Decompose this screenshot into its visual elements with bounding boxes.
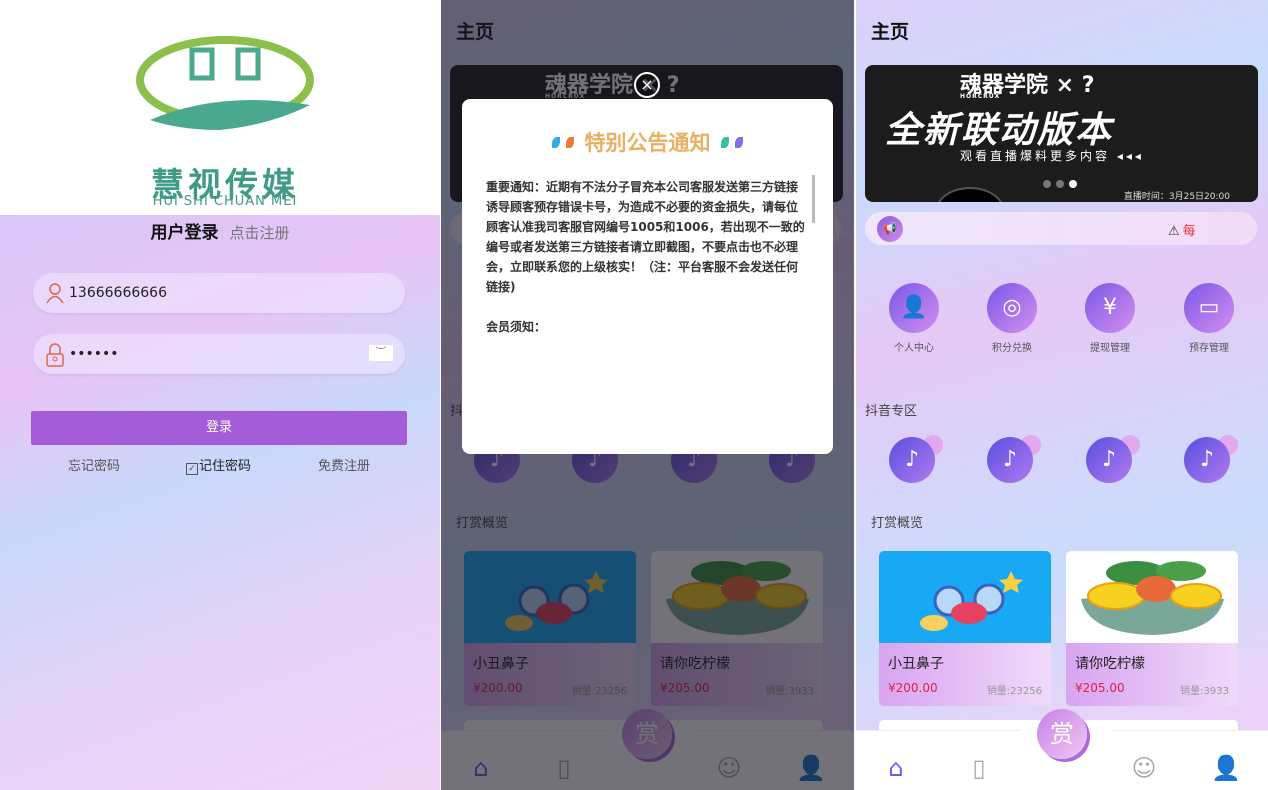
yen-house-icon: ¥: [1085, 283, 1135, 333]
banner-carousel[interactable]: 魂器学院 × ?HORCRUX 全新联动版本 观看直播爆料更多内容 ◂◂◂ 直播…: [865, 65, 1258, 202]
user-icon: [45, 282, 65, 304]
eye-closed-icon[interactable]: ︶: [369, 345, 393, 361]
home-screen: 主页 魂器学院 × ? HORCRUX 全新联动版本 观看直播爆料更多内容 ◂◂◂…: [856, 0, 1268, 790]
password-field[interactable]: •••••• ︶: [33, 334, 405, 374]
logo-subtext: HUI SHI CHUAN MEI: [152, 194, 298, 209]
reward-section-title: 打赏概览: [871, 516, 924, 531]
clown-nose-image: [879, 551, 1051, 643]
home-icon[interactable]: ⌂: [881, 753, 911, 783]
login-header: 用户登录 点击注册: [0, 218, 440, 243]
free-register-link[interactable]: 免费注册: [318, 455, 370, 474]
modal-paragraph: 会员须知：: [486, 320, 547, 334]
gift-card[interactable]: 请你吃柠檬 ¥205.00 销量:3933: [1066, 551, 1238, 706]
lock-icon: [45, 343, 65, 367]
profile-icon[interactable]: 👤: [1211, 753, 1241, 783]
douyin-section-title: 抖音专区: [865, 404, 918, 419]
notice-text: ⚠每: [1168, 220, 1196, 239]
username-field[interactable]: 13666666666: [33, 273, 405, 313]
megaphone-icon: 📢: [877, 216, 903, 242]
menu-label: 个人中心: [894, 343, 934, 354]
forgot-password-link[interactable]: 忘记密码: [68, 455, 120, 474]
modal-scrollbar[interactable]: [812, 175, 815, 223]
page-title: 主页: [871, 21, 910, 43]
menu-item-points-exchange[interactable]: ◎ 积分兑换: [972, 283, 1052, 354]
wallet-icon: ▭: [1184, 283, 1234, 333]
login-screen: 慧视传媒 HUI SHI CHUAN MEI 用户登录 点击注册 13666666…: [0, 0, 440, 790]
password-value[interactable]: ••••••: [69, 346, 119, 362]
gift-price: ¥205.00: [1075, 681, 1125, 695]
username-value[interactable]: 13666666666: [69, 285, 167, 301]
douyin-item[interactable]: ♪: [889, 435, 943, 485]
home-screen-with-announcement: 主页 魂器学院 × ?HORCRUX 全新联动版本 观看直播爆料更多内容 ◂◂◂…: [441, 0, 854, 790]
carousel-dot[interactable]: [1056, 180, 1064, 188]
tiktok-icon: ♪: [889, 437, 935, 483]
menu-label: 提现管理: [1090, 343, 1130, 354]
login-button[interactable]: 登录: [31, 411, 407, 445]
modal-title: 特别公告通知: [462, 127, 833, 157]
notice-bar[interactable]: 📢 ⚠每: [865, 212, 1257, 245]
gift-name: 请你吃柠檬: [1075, 656, 1145, 672]
gift-sales: 销量:23256: [986, 686, 1042, 697]
clown-nose-illustration: [920, 571, 1023, 631]
lemon-image: [1066, 551, 1238, 643]
menu-item-withdraw[interactable]: ¥ 提现管理: [1070, 283, 1150, 354]
remember-password-checkbox[interactable]: ✓ 记住密码: [186, 455, 251, 475]
tiktok-icon: ♪: [987, 437, 1033, 483]
nav-reward-button[interactable]: 赏: [1037, 709, 1087, 759]
banner-headline: 全新联动版本: [885, 110, 1114, 151]
gift-price: ¥200.00: [888, 681, 938, 695]
douyin-item[interactable]: ♪: [1086, 435, 1140, 485]
tab-login[interactable]: 用户登录: [150, 223, 218, 243]
gift-sales: 销量:3933: [1180, 686, 1229, 697]
checkbox-checked-icon[interactable]: ✓: [186, 463, 198, 475]
tiktok-icon: ♪: [1184, 437, 1230, 483]
menu-label: 预存管理: [1189, 343, 1229, 354]
carousel-dot[interactable]: [1043, 180, 1051, 188]
logo: 慧视传媒 HUI SHI CHUAN MEI: [110, 30, 340, 209]
warning-icon: ⚠: [1168, 224, 1180, 239]
modal-body: 重要通知：近期有不法分子冒充本公司客服发送第三方链接诱导顾客预存错误卡号，为造成…: [486, 177, 808, 357]
menu-item-deposit[interactable]: ▭ 预存管理: [1169, 283, 1249, 354]
menu-item-personal-center[interactable]: 👤 个人中心: [874, 283, 954, 354]
user-check-icon: 👤: [889, 283, 939, 333]
bottom-nav: 赏 ⌂ ▯ ☺ 👤: [856, 709, 1268, 790]
douyin-item[interactable]: ♪: [1184, 435, 1238, 485]
notice-marquee: 每: [1182, 224, 1196, 239]
banner-graphic: [935, 187, 1005, 202]
announcement-modal: 特别公告通知 重要通知：近期有不法分子冒充本公司客服发送第三方链接诱导顾客预存错…: [462, 99, 833, 454]
tab-register[interactable]: 点击注册: [222, 224, 290, 242]
gift-name: 小丑鼻子: [888, 656, 944, 672]
lemon-bowl-illustration: [1081, 561, 1224, 635]
tiktok-icon: ♪: [1086, 437, 1132, 483]
carousel-dots[interactable]: [1043, 173, 1082, 192]
banner-time: 直播时间：3月25日20:00: [1123, 192, 1230, 202]
banner-subline: 观看直播爆料更多内容 ◂◂◂: [960, 149, 1144, 163]
coins-icon: ◎: [987, 283, 1037, 333]
close-icon[interactable]: ×: [634, 72, 660, 98]
douyin-item[interactable]: ♪: [987, 435, 1041, 485]
banner-brand: 魂器学院 × ?HORCRUX: [960, 67, 1095, 100]
orders-icon[interactable]: ▯: [964, 753, 994, 783]
remember-label: 记住密码: [199, 459, 252, 474]
logo-hand-icon: [136, 36, 314, 130]
support-icon[interactable]: ☺: [1129, 753, 1159, 783]
menu-label: 积分兑换: [992, 343, 1032, 354]
modal-title-text: 特别公告通知: [584, 131, 711, 155]
modal-paragraph: 重要通知：近期有不法分子冒充本公司客服发送第三方链接诱导顾客预存错误卡号，为造成…: [486, 180, 805, 294]
carousel-dot-active[interactable]: [1069, 180, 1077, 188]
gift-card[interactable]: 小丑鼻子 ¥200.00 销量:23256: [879, 551, 1051, 706]
